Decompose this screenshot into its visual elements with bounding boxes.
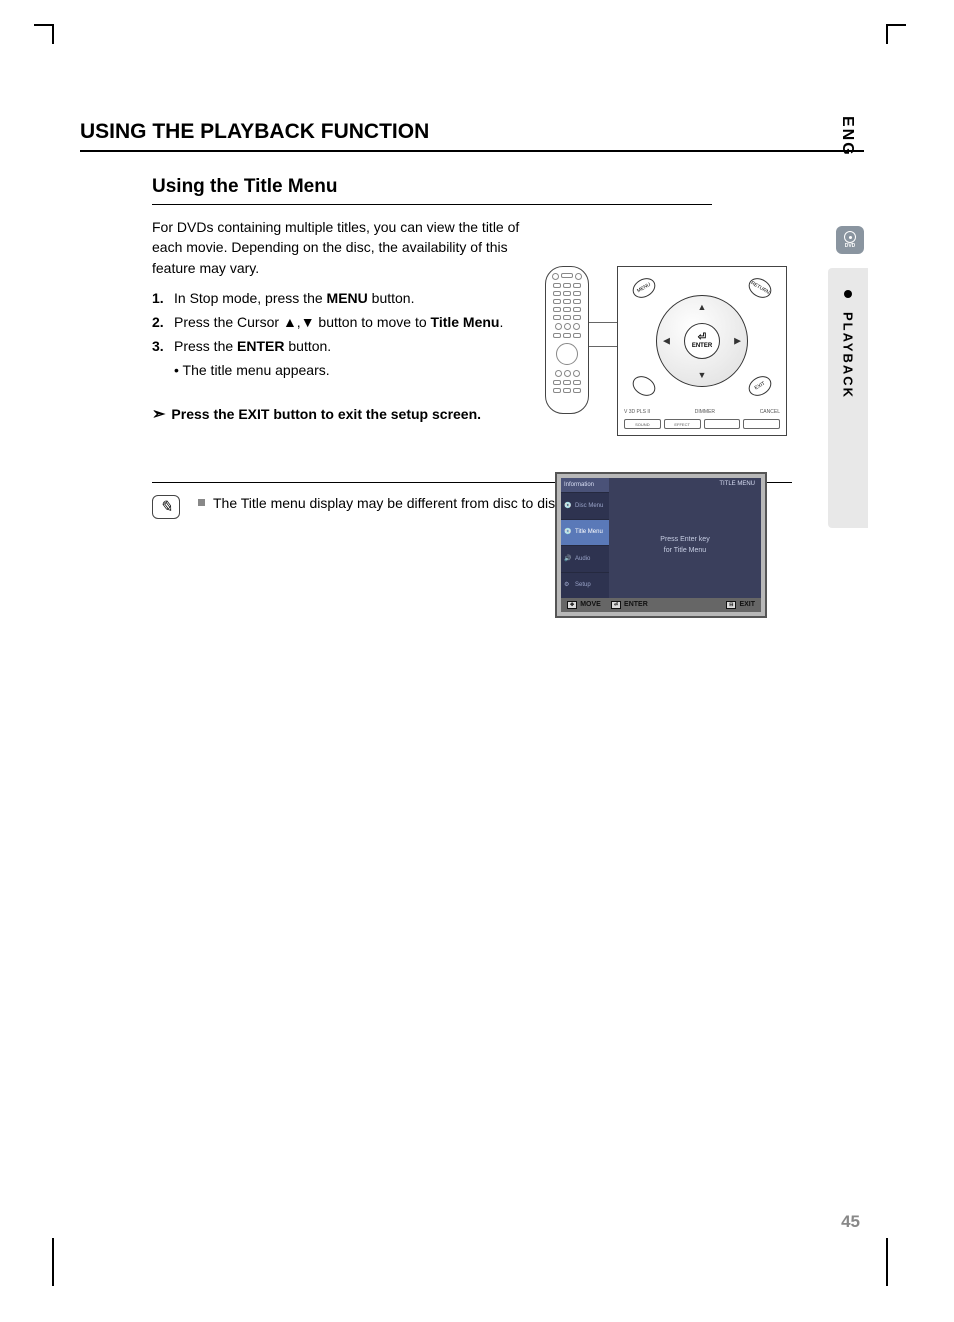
gear-icon: ⚙ [564,581,572,589]
intro-paragraph: For DVDs containing multiple titles, you… [152,217,522,278]
page-heading: USING THE PLAYBACK FUNCTION [80,120,864,152]
pointer-icon: ➣ [152,404,165,424]
tv-screen-illustration: TITLE MENU Information 💿Disc Menu 💿Title… [555,472,767,618]
tv-main-line2: for Title Menu [664,547,706,554]
exit-icon: ⊟ [726,601,736,609]
note-text: The Title menu display may be different … [198,495,566,511]
dpad-detail-illustration: MENU RETURN EXIT ▲▼◀▶ ⏎ ENTER V 3D PLS I… [617,266,787,436]
section-heading: Using the Title Menu [152,176,712,205]
language-tab: ENG [838,116,856,157]
exit-button-icon: EXIT [745,372,775,400]
section-tab: PLAYBACK [828,268,868,528]
bullet-icon [198,499,205,506]
corner-button-icon [629,372,659,400]
speaker-icon: 🔊 [564,555,572,563]
tv-main-line1: Press Enter key [660,536,709,543]
enter-button-icon: ⏎ ENTER [684,323,720,359]
move-icon: ✥ [567,601,577,609]
callout-lines [589,322,619,362]
disc-icon: 💿 [564,502,572,510]
enter-icon: ⏎ [611,601,621,609]
page-number: 45 [841,1212,860,1232]
return-button-icon: RETURN [745,274,775,302]
note-pencil-icon: ✎ [152,495,180,519]
menu-button-icon: MENU [629,274,659,302]
disc-icon: 💿 [564,528,572,536]
remote-control-illustration [545,266,589,414]
dvd-badge-icon: DVD [836,226,864,254]
tv-title-label: TITLE MENU [719,481,755,487]
